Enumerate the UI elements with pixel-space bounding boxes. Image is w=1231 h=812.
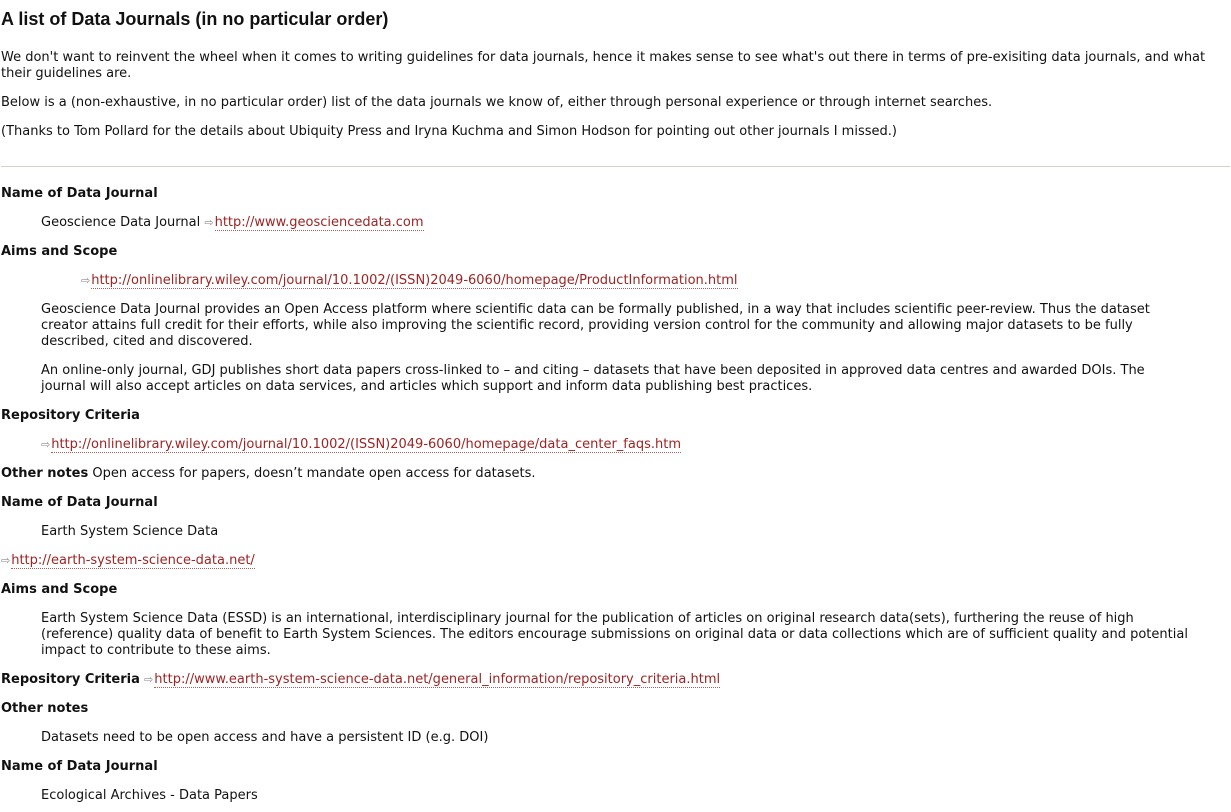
journal-name-row: Ecological Archives - Data Papers <box>1 788 1231 804</box>
aims-description: Earth System Science Data (ESSD) is an i… <box>41 611 1188 658</box>
other-notes-row: Other notes Open access for papers, does… <box>1 466 1231 482</box>
field-label-repository: Repository Criteria <box>1 672 140 687</box>
external-link-icon: ⇨ <box>41 438 51 451</box>
external-link-icon: ⇨ <box>204 216 214 229</box>
field-label-aims: Aims and Scope <box>1 582 118 597</box>
external-link-icon: ⇨ <box>81 274 91 287</box>
aims-link-row: ⇨http://onlinelibrary.wiley.com/journal/… <box>1 273 1231 289</box>
aims-scope-link[interactable]: http://onlinelibrary.wiley.com/journal/1… <box>91 273 738 289</box>
journal-name: Earth System Science Data <box>41 524 219 539</box>
journal-homepage-link[interactable]: http://www.geosciencedata.com <box>214 215 424 231</box>
notes-row: Datasets need to be open access and have… <box>1 730 1231 746</box>
intro-paragraph: Below is a (non-exhaustive, in no partic… <box>1 95 993 110</box>
journal-name-row: Geoscience Data Journal ⇨http://www.geos… <box>1 215 1231 231</box>
journal-name-row: Earth System Science Data <box>1 524 1231 540</box>
journal-homepage-link[interactable]: http://earth-system-science-data.net/ <box>11 553 255 569</box>
field-label-name: Name of Data Journal <box>1 495 158 510</box>
section-divider <box>1 166 1230 167</box>
repository-criteria-link[interactable]: http://www.earth-system-science-data.net… <box>154 672 721 688</box>
aims-description: An online-only journal, GDJ publishes sh… <box>41 363 1145 394</box>
field-label-aims: Aims and Scope <box>1 244 118 259</box>
repository-criteria-link[interactable]: http://onlinelibrary.wiley.com/journal/1… <box>51 437 681 453</box>
notes-text: Open access for papers, doesn’t mandate … <box>92 466 536 481</box>
field-label-notes: Other notes <box>1 701 89 716</box>
page-title: A list of Data Journals (in no particula… <box>1 9 389 29</box>
repository-link-row: ⇨http://onlinelibrary.wiley.com/journal/… <box>1 437 1231 453</box>
page: A list of Data Journals (in no particula… <box>0 0 1231 803</box>
external-link-icon: ⇨ <box>1 554 11 567</box>
external-link-icon: ⇨ <box>144 673 154 686</box>
journal-name: Ecological Archives - Data Papers <box>41 788 258 803</box>
repository-row: Repository Criteria ⇨http://www.earth-sy… <box>1 672 1231 688</box>
field-label-notes: Other notes <box>1 466 89 481</box>
intro-paragraph: We don't want to reinvent the wheel when… <box>1 50 1206 81</box>
journal-name: Geoscience Data Journal <box>41 215 201 230</box>
journal-site-row: ⇨http://earth-system-science-data.net/ <box>1 553 1231 569</box>
field-label-name: Name of Data Journal <box>1 186 158 201</box>
field-label-name: Name of Data Journal <box>1 759 158 774</box>
aims-description: Geoscience Data Journal provides an Open… <box>41 302 1150 349</box>
field-label-repository: Repository Criteria <box>1 408 140 423</box>
notes-text: Datasets need to be open access and have… <box>41 730 489 745</box>
intro-paragraph: (Thanks to Tom Pollard for the details a… <box>1 124 897 139</box>
